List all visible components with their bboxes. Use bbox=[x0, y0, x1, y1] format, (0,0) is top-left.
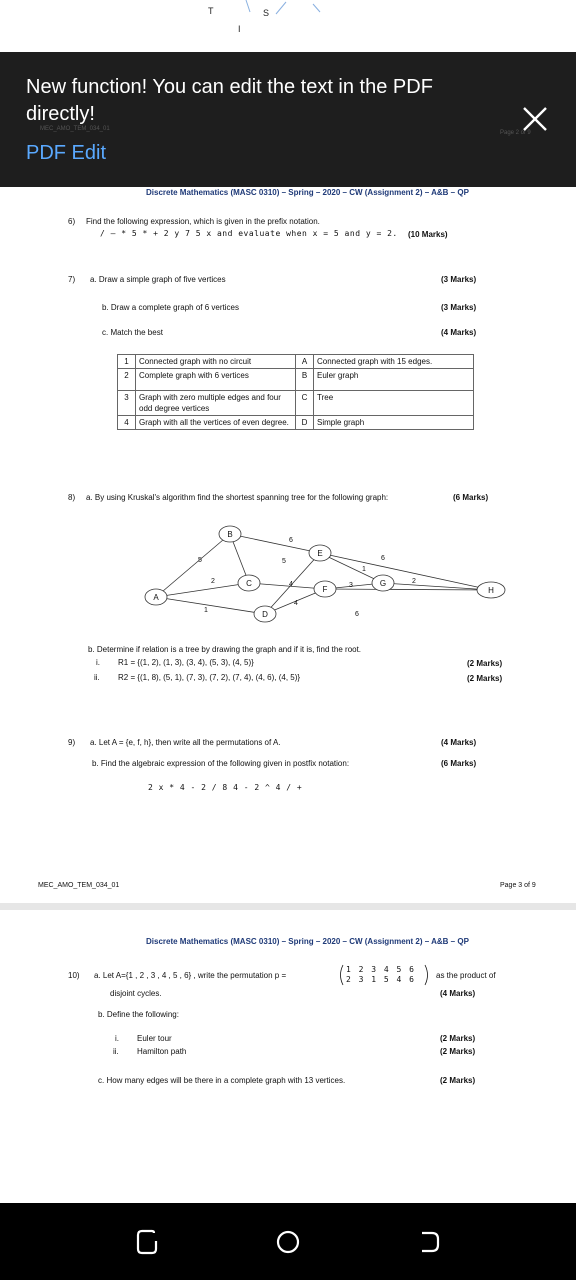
edge-weight: 1 bbox=[204, 607, 208, 614]
relation-text: R1 = {(1, 2), (1, 3), (3, 4), (5, 3), (4… bbox=[118, 658, 254, 667]
edge-weight: 4 bbox=[289, 581, 293, 588]
page-number: Page 3 of 9 bbox=[500, 882, 536, 889]
home-icon[interactable] bbox=[271, 1225, 305, 1259]
edge-weight: 2 bbox=[211, 578, 215, 585]
definition-term: Hamilton path bbox=[137, 1047, 187, 1056]
marks: (4 Marks) bbox=[441, 738, 477, 747]
item-number: ii. bbox=[94, 673, 100, 682]
permutation-top-row: 1 2 3 4 5 6 bbox=[346, 965, 416, 974]
item-number: i. bbox=[115, 1034, 119, 1043]
definition-term: Euler tour bbox=[137, 1034, 172, 1043]
vertex-label: G bbox=[380, 579, 386, 588]
close-icon[interactable] bbox=[520, 104, 550, 134]
edge-weight: 2 bbox=[412, 578, 416, 585]
pdf-edit-banner: MEC_AMO_TEM_034_01 Page 2 of 9 New funct… bbox=[0, 52, 576, 187]
marks: (2 Marks) bbox=[440, 1076, 476, 1085]
pdf-edit-link[interactable]: PDF Edit bbox=[26, 142, 106, 165]
item-number: i. bbox=[96, 658, 100, 667]
pdf-page-3: Discrete Mathematics (MASC 0310) – Sprin… bbox=[0, 187, 576, 900]
vertex-label: D bbox=[262, 610, 268, 619]
vertex-label: B bbox=[227, 530, 232, 539]
vertex-label: H bbox=[488, 586, 494, 595]
question-text: a. Let A={1 , 2 , 3 , 4 , 5 , 6} , write… bbox=[94, 971, 287, 980]
marks: (2 Marks) bbox=[467, 674, 503, 683]
system-navigation-bar bbox=[0, 1203, 576, 1280]
marks: (2 Marks) bbox=[467, 659, 503, 668]
marks: (2 Marks) bbox=[440, 1047, 476, 1056]
item-number: ii. bbox=[113, 1047, 119, 1056]
question-text: b. Find the algebraic expression of the … bbox=[92, 759, 350, 768]
edge-weight: 1 bbox=[362, 566, 366, 573]
peek-char: T bbox=[208, 6, 214, 16]
vertex-label: C bbox=[246, 579, 252, 588]
pdf-page-4: Discrete Mathematics (MASC 0310) – Sprin… bbox=[0, 910, 576, 1203]
vertex-label: F bbox=[323, 585, 328, 594]
permutation-matrix: 1 2 3 4 5 6 2 3 1 5 4 6 bbox=[337, 963, 431, 987]
back-icon[interactable] bbox=[412, 1225, 446, 1259]
recent-apps-icon[interactable] bbox=[130, 1225, 164, 1259]
peek-char: I bbox=[238, 24, 241, 34]
edge-weight: 3 bbox=[349, 582, 353, 589]
question-text: disjoint cycles. bbox=[110, 989, 162, 998]
edge-weight: 4 bbox=[294, 600, 298, 607]
question-text: a. Let A = {e, f, h}, then write all the… bbox=[90, 738, 281, 747]
question-text: b. Determine if relation is a tree by dr… bbox=[88, 645, 362, 654]
question-text: as the product of bbox=[436, 971, 496, 980]
edge-weight: 6 bbox=[289, 537, 293, 544]
marks: (4 Marks) bbox=[440, 989, 476, 998]
previous-page-peek: T S I bbox=[0, 0, 576, 52]
relation-text: R2 = {(1, 8), (5, 1), (7, 3), (7, 2), (7… bbox=[118, 673, 301, 682]
vertex-label: E bbox=[317, 549, 322, 558]
edge-weight: 6 bbox=[355, 611, 359, 618]
postfix-expression: 2 x * 4 - 2 / 8 4 - 2 ^ 4 / + bbox=[148, 783, 303, 792]
page-footer-id: MEC_AMO_TEM_034_01 bbox=[38, 882, 120, 889]
question-number: 9) bbox=[68, 738, 76, 747]
question-text: b. Define the following: bbox=[98, 1010, 179, 1019]
banner-message: New function! You can edit the text in t… bbox=[26, 76, 433, 125]
edge-weight: 6 bbox=[381, 555, 385, 562]
edge-weight: 5 bbox=[198, 557, 202, 564]
page-header: Discrete Mathematics (MASC 0310) – Sprin… bbox=[146, 937, 469, 946]
marks: (6 Marks) bbox=[441, 759, 477, 768]
weighted-graph: A B C D E F G H 5 6 5 2 4 1 6 3 2 1 4 6 bbox=[144, 525, 506, 623]
page-separator bbox=[0, 903, 576, 910]
question-text: c. How many edges will be there in a com… bbox=[98, 1076, 346, 1085]
marks: (2 Marks) bbox=[440, 1034, 476, 1043]
question-number: 10) bbox=[68, 971, 80, 980]
edge-weight: 5 bbox=[282, 558, 286, 565]
peek-arrows-icon bbox=[245, 0, 321, 15]
permutation-bottom-row: 2 3 1 5 4 6 bbox=[346, 975, 416, 984]
vertex-label: A bbox=[153, 593, 159, 602]
